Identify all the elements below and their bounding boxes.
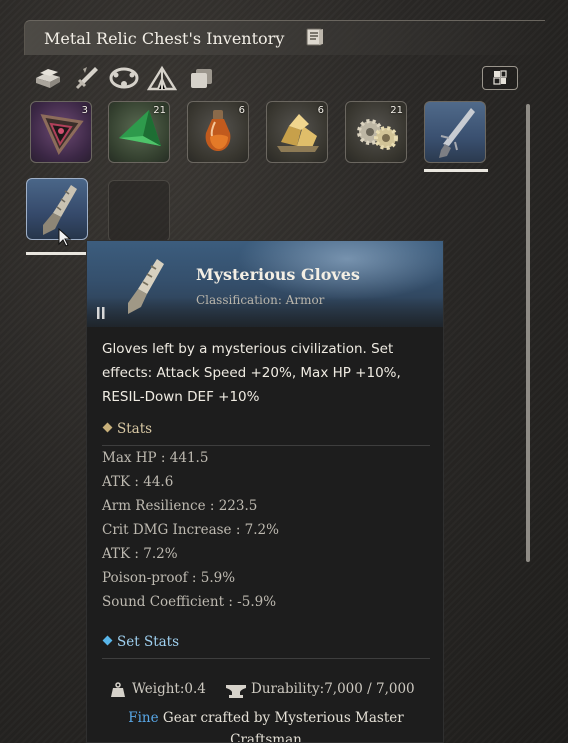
tooltip-header: Mysterious Gloves Classification: Armor [87,241,443,327]
stat-line: ATK : 7.2% [102,546,178,562]
stacked-cards-icon[interactable] [187,64,217,92]
stats-section-header: Stats [102,421,430,446]
crafted-by-label: Gear crafted by Mysterious Master Crafts… [158,710,404,743]
inventory-slot-gold-ore[interactable]: 6 [266,101,328,163]
inventory-slot-mysterious-blade[interactable] [424,101,486,163]
item-classification: Classification: Armor [196,293,325,307]
durability-value: Durability:7,000 / 7,000 [251,681,415,697]
item-count: 6 [238,105,245,116]
item-tooltip: Mysterious Gloves Classification: Armor … [86,240,444,743]
equipped-indicator [26,252,88,255]
item-count: 21 [390,105,403,116]
inventory-scrollbar[interactable] [526,104,530,562]
stat-line: Poison-proof : 5.9% [102,570,236,586]
pet-collar-icon[interactable] [107,64,139,92]
grid-view-icon [493,70,507,85]
item-count: 3 [81,105,88,116]
set-stats-label: Set Stats [117,634,180,650]
inventory-slot-gears[interactable]: 21 [345,101,407,163]
window-title: Metal Relic Chest's Inventory [44,29,285,48]
crossed-swords-icon[interactable] [73,64,103,92]
item-count: 21 [153,105,166,116]
inventory-slot-green-crystal[interactable]: 21 [108,101,170,163]
item-grade: Fine [128,710,159,726]
blade-icon [439,108,475,158]
crafted-by-text: Fine Gear crafted by Mysterious Master C… [107,707,425,743]
item-description: Gloves left by a mysterious civilization… [102,341,401,405]
inventory-title-bar: Metal Relic Chest's Inventory [24,20,545,55]
stats-label: Stats [117,421,153,437]
diamond-icon [102,422,113,433]
stat-line: Arm Resilience : 223.5 [102,498,258,514]
stacked-ingots-icon[interactable] [33,64,63,92]
equipped-indicator [424,169,488,172]
item-count: 6 [317,105,324,116]
inventory-slot-triangle-relic[interactable]: 3 [30,101,92,163]
grid-view-button[interactable] [482,66,518,90]
stat-line: Crit DMG Increase : 7.2% [102,522,279,538]
stat-line: Max HP : 441.5 [102,450,209,466]
anvil-icon [226,685,246,698]
stat-line: ATK : 44.6 [102,474,174,490]
diamond-icon [102,635,113,646]
gauntlet-icon [128,259,164,314]
item-name: Mysterious Gloves [196,265,360,284]
stat-line: Sound Coefficient : -5.9% [102,594,277,610]
pause-icon[interactable] [96,307,106,319]
mouse-cursor-icon [58,228,72,247]
weight-durability-row: Weight:0.4 Durability:7,000 / 7,000 [109,681,439,701]
weight-icon [111,682,125,697]
set-stats-section-header: Set Stats [102,634,430,659]
tent-icon[interactable] [146,64,178,92]
book-icon[interactable] [304,26,326,48]
inventory-slot-potion[interactable]: 6 [187,101,249,163]
inventory-slot-empty[interactable] [108,180,170,242]
inventory-slot-mysterious-gloves[interactable] [26,178,88,240]
weight-value: Weight:0.4 [132,681,206,697]
